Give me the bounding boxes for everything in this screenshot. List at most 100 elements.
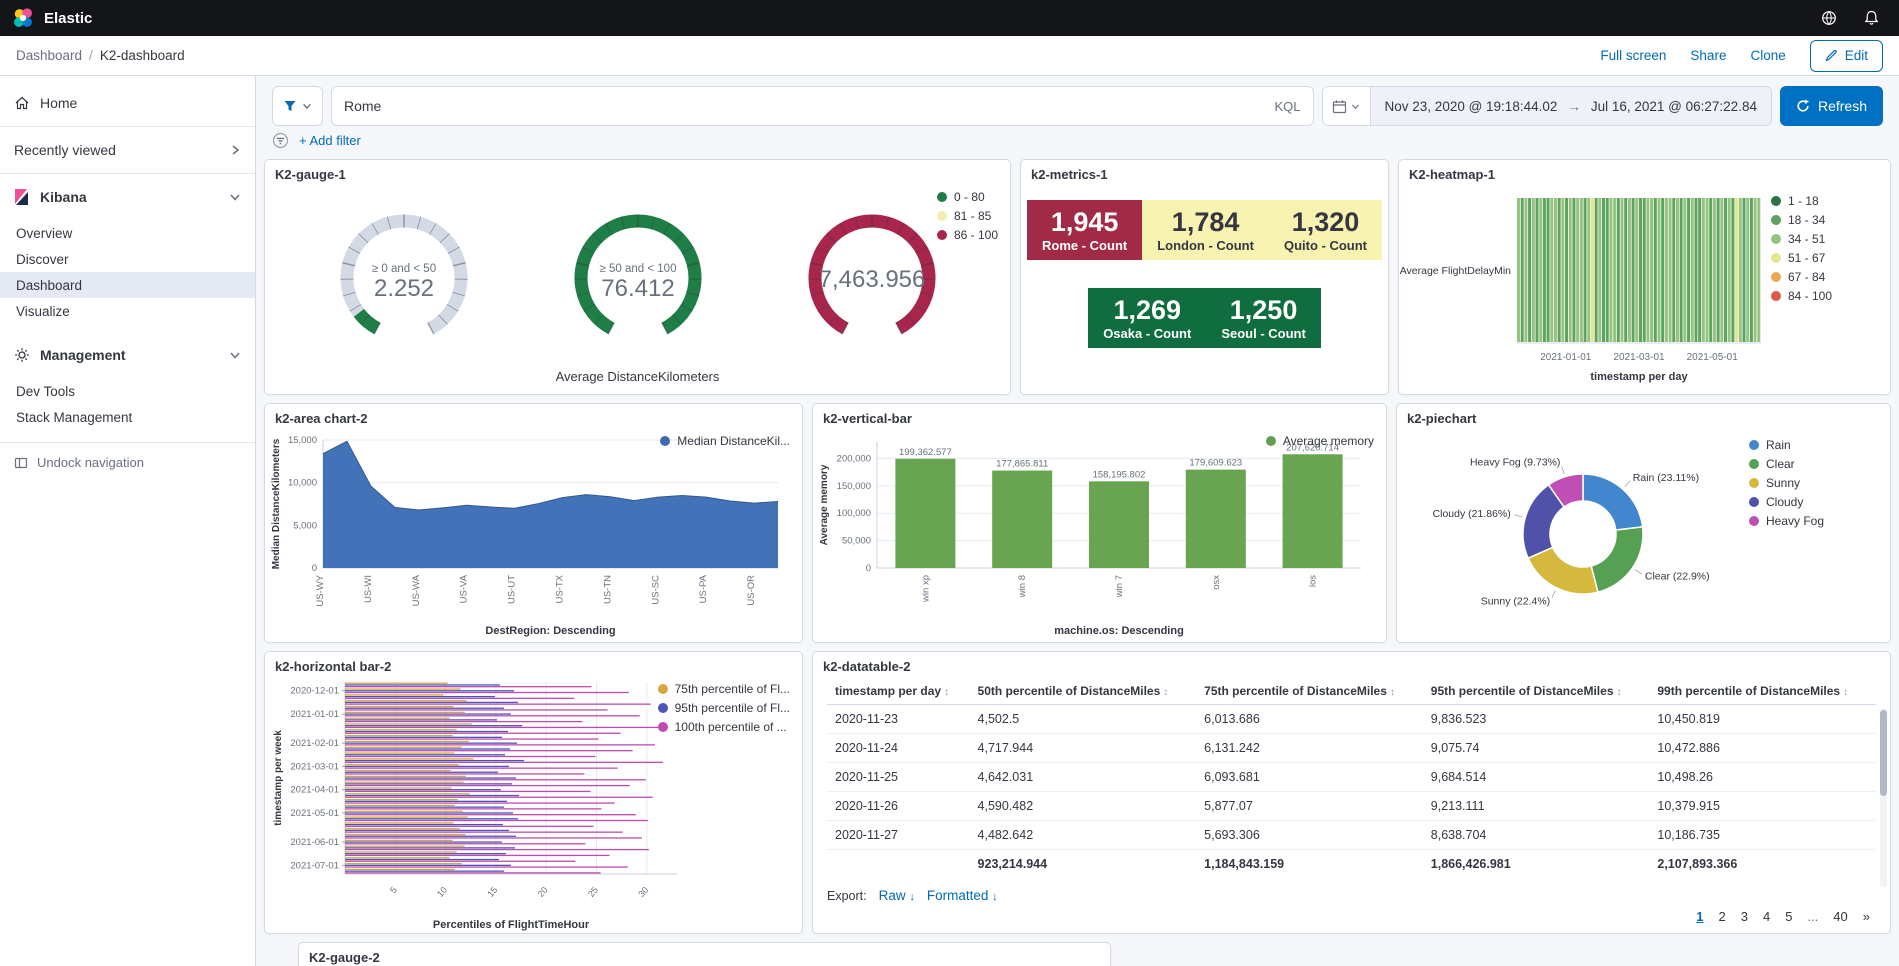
legend-item[interactable]: 95th percentile of Fl... (657, 701, 790, 715)
refresh-button[interactable]: Refresh (1779, 86, 1883, 126)
svg-text:200,000: 200,000 (837, 453, 871, 464)
column-header[interactable]: 50th percentile of DistanceMiles ↕ (969, 676, 1197, 705)
sidebar-item-dev-tools[interactable]: Dev Tools (0, 378, 255, 404)
elastic-logo[interactable] (12, 7, 34, 29)
sidebar-item-recently-viewed[interactable]: Recently viewed (0, 129, 255, 171)
kql-language-button[interactable]: KQL (1275, 99, 1301, 114)
divider (0, 173, 255, 174)
legend-item[interactable]: 34 - 51 (1771, 232, 1867, 246)
legend-item[interactable]: Median DistanceKil... (660, 434, 790, 448)
table-cell: 9,684.514 (1422, 762, 1650, 792)
svg-text:199,362.577: 199,362.577 (899, 447, 952, 458)
sidebar-section-kibana[interactable]: Kibana (0, 176, 255, 218)
breadcrumb-dashboard-link[interactable]: Dashboard (16, 48, 82, 63)
table-row: 2020-11-27 4,482.642 5,693.306 8,638.704 10,… (827, 820, 1876, 850)
page-button[interactable]: 2 (1719, 909, 1726, 924)
heatmap-chart: Average FlightDelayMin 2021-01-01 2021-03-… (1399, 184, 1890, 394)
saved-query-menu-button[interactable] (272, 86, 323, 126)
svg-text:Percentiles of FlightTimeHour: Percentiles of FlightTimeHour (433, 919, 590, 931)
metric-tile: 1,269 Osaka - Count (1088, 288, 1207, 349)
add-filter-button[interactable]: + Add filter (299, 133, 361, 148)
panel-k2-gauge-2: K2-gauge-2 (298, 942, 1111, 966)
legend-item[interactable]: Sunny (1749, 476, 1845, 490)
table-cell: 5,693.306 (1196, 820, 1423, 850)
table-cell: 5,877.07 (1196, 791, 1423, 821)
sort-icon: ↕ (944, 687, 950, 698)
legend-item[interactable]: Cloudy (1749, 495, 1845, 509)
undock-navigation-button[interactable]: Undock navigation (0, 445, 255, 480)
clone-button[interactable]: Clone (1750, 48, 1785, 63)
chevron-down-icon (229, 349, 241, 361)
legend-item[interactable]: 67 - 84 (1771, 270, 1867, 284)
legend-item[interactable]: 1 - 18 (1771, 194, 1867, 208)
panel-k2-area-chart-2: k2-area chart-2 0 5,000 10,000 15,000 US-WY U… (264, 403, 803, 643)
chart-legend: 1 - 18 18 - 34 34 - 51 51 - 67 67 - 84 84 - 1… (1771, 184, 1875, 394)
query-input[interactable] (344, 98, 1267, 114)
download-icon: ↓ (992, 891, 998, 903)
svg-text:≥ 50 and < 100: ≥ 50 and < 100 (599, 263, 676, 275)
table-cell: 9,075.74 (1422, 733, 1650, 763)
column-header[interactable]: timestamp per day ↕ (827, 676, 970, 705)
sidebar-item-discover[interactable]: Discover (0, 246, 255, 272)
legend-item[interactable]: 51 - 67 (1771, 251, 1867, 265)
deployment-globe-icon[interactable] (1813, 2, 1845, 34)
date-picker-button[interactable] (1322, 87, 1371, 125)
page-button[interactable]: 4 (1763, 909, 1770, 924)
page-button[interactable]: 5 (1785, 909, 1792, 924)
export-raw-link[interactable]: Raw ↓ (879, 888, 915, 903)
next-page-button[interactable]: » (1863, 909, 1870, 924)
page-button[interactable]: 3 (1741, 909, 1748, 924)
table-cell: 10,450.819 (1649, 704, 1876, 734)
sort-icon: ↕ (1389, 687, 1395, 698)
sidebar-item-overview[interactable]: Overview (0, 220, 255, 246)
chart-legend: Rain Clear Sunny Cloudy Heavy Fog (1749, 428, 1853, 642)
table-cell: 10,379.915 (1649, 791, 1876, 821)
page-button[interactable]: 1 (1696, 909, 1703, 924)
refresh-icon (1797, 99, 1809, 112)
legend-item[interactable]: 86 - 100 (936, 228, 998, 242)
legend-item[interactable]: Clear (1749, 457, 1845, 471)
table-cell: 6,093.681 (1196, 762, 1423, 792)
legend-item[interactable]: 100th percentile of ... (657, 720, 790, 734)
sidebar-item-stack-management[interactable]: Stack Management (0, 404, 255, 430)
legend-item[interactable]: 0 - 80 (936, 190, 998, 204)
svg-text:2021-05-01: 2021-05-01 (1687, 352, 1739, 363)
table-cell: 2020-11-23 (827, 704, 970, 734)
data-table-chart: timestamp per day ↕ 50th percentile of Dis… (813, 676, 1890, 933)
legend-item[interactable]: 81 - 85 (936, 209, 998, 223)
gear-icon (15, 348, 29, 362)
date-from[interactable]: Nov 23, 2020 @ 19:18:44.02 (1385, 99, 1558, 114)
gauges: ≥ 0 and < 50 2.252 ≥ 50 and < 100 76.412 7,4… (265, 184, 1010, 362)
sidebar-item-home[interactable]: Home (0, 82, 255, 124)
chart-legend: 75th percentile of Fl... 95th percentile … (657, 682, 790, 734)
svg-text:10,000: 10,000 (288, 478, 317, 489)
full-screen-button[interactable]: Full screen (1600, 48, 1666, 63)
date-to[interactable]: Jul 16, 2021 @ 06:27:22.84 (1591, 99, 1757, 114)
scrollbar[interactable] (1880, 708, 1887, 887)
svg-text:Heavy Fog (9.73%): Heavy Fog (9.73%) (1470, 456, 1560, 468)
legend-item[interactable]: 75th percentile of Fl... (657, 682, 790, 696)
sidebar-item-visualize[interactable]: Visualize (0, 298, 255, 324)
legend-item[interactable]: 84 - 100 (1771, 289, 1867, 303)
svg-text:10: 10 (435, 885, 449, 899)
sidebar-item-dashboard[interactable]: Dashboard (0, 272, 255, 298)
column-header[interactable]: 95th percentile of DistanceMiles ↕ (1422, 676, 1650, 705)
legend-item[interactable]: Heavy Fog (1749, 514, 1845, 528)
page-button[interactable]: 40 (1833, 909, 1847, 924)
svg-text:timestamp per week: timestamp per week (273, 730, 284, 826)
edit-button[interactable]: Edit (1809, 39, 1883, 72)
filter-options-icon[interactable] (272, 132, 289, 149)
share-button[interactable]: Share (1690, 48, 1726, 63)
legend-item[interactable]: Rain (1749, 438, 1845, 452)
notifications-bell-icon[interactable] (1855, 2, 1887, 34)
column-header[interactable]: 75th percentile of DistanceMiles ↕ (1196, 676, 1423, 705)
legend-item[interactable]: Average memory (1265, 434, 1374, 448)
svg-text:15: 15 (485, 885, 499, 899)
export-formatted-link[interactable]: Formatted ↓ (927, 888, 998, 903)
svg-text:timestamp per day: timestamp per day (1590, 371, 1688, 383)
svg-text:2021-03-01: 2021-03-01 (1613, 352, 1665, 363)
svg-text:US-WY: US-WY (315, 574, 326, 606)
legend-item[interactable]: 18 - 34 (1771, 213, 1867, 227)
column-header[interactable]: 99th percentile of DistanceMiles ↕ (1649, 676, 1876, 705)
sidebar-section-management[interactable]: Management (0, 334, 255, 376)
